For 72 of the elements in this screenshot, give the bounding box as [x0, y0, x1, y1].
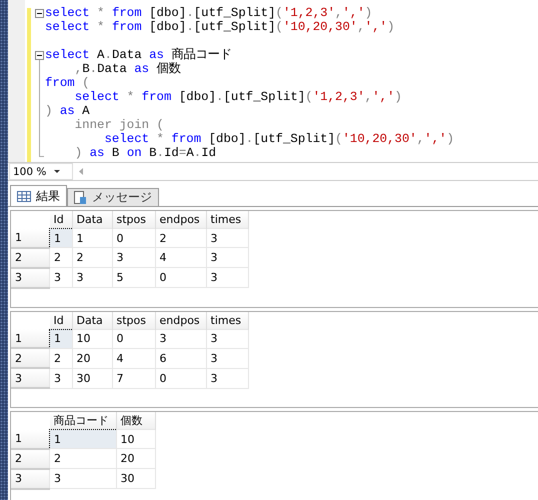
table-cell: 1 — [50, 430, 116, 448]
table-cell: 3 — [206, 329, 248, 348]
table-cell: 5 — [112, 268, 155, 288]
column-header: endpos — [155, 211, 206, 228]
code-line: ) as A — [45, 104, 90, 118]
code-line: select * from [dbo].[utf_Split]('10,20,30',',') — [103, 132, 454, 146]
code-line: ,B.Data as 個数 — [74, 62, 181, 76]
column-header: 商品コード — [50, 412, 116, 430]
collapse-icon[interactable] — [35, 9, 44, 18]
table-cell: 3 — [50, 468, 116, 488]
column-header: times — [206, 211, 248, 228]
table-cell: 4 — [112, 348, 155, 368]
table-cell: 20 — [116, 448, 155, 468]
table-cell: 20 — [72, 348, 112, 368]
column-header: Id — [50, 211, 72, 228]
table-cell: 0 — [155, 268, 206, 288]
dropdown-arrow-icon — [54, 170, 60, 174]
table-cell: 7 — [112, 368, 155, 388]
column-header: times — [206, 312, 248, 329]
column-header: stpos — [112, 211, 155, 228]
column-header: endpos — [155, 312, 206, 329]
table-cell: 3 — [112, 248, 155, 268]
column-header: 個数 — [116, 412, 155, 430]
grid-icon — [17, 190, 31, 202]
code-line: ) as B on B.Id=A.Id — [74, 146, 216, 160]
collapse-icon[interactable] — [35, 51, 44, 60]
table-cell: 2 — [72, 248, 112, 268]
table-cell: 3 — [50, 368, 72, 388]
result-tab[interactable]: メッセージ — [67, 188, 159, 206]
document-icon — [74, 190, 87, 204]
table-cell: 10 — [72, 329, 112, 348]
result-tab[interactable]: 結果 — [10, 185, 67, 206]
table-cell: 1 — [50, 228, 72, 248]
table-cell: 0 — [155, 368, 206, 388]
table-cell: 3 — [206, 268, 248, 288]
code-line: from ( — [45, 76, 90, 90]
table-cell: 4 — [155, 248, 206, 268]
row-header[interactable]: 1 — [11, 228, 50, 248]
code-line: select * from [dbo].[utf_Split]('1,2,3',',') — [45, 6, 372, 20]
column-header: Id — [50, 312, 72, 329]
zoom-dropdown[interactable]: 100 % — [9, 163, 73, 180]
code-line: select * from [dbo].[utf_Split]('10,20,30',',') — [45, 20, 395, 34]
table-cell: 3 — [206, 348, 248, 368]
code-line: inner join ( — [74, 118, 164, 132]
row-header[interactable]: 1 — [11, 329, 50, 348]
table-cell: 2 — [50, 448, 116, 468]
row-header[interactable]: 2 — [11, 348, 50, 368]
table-cell: 2 — [50, 348, 72, 368]
table-cell: 10 — [116, 430, 155, 448]
code-line: select * from [dbo].[utf_Split]('1,2,3',',') — [74, 90, 402, 104]
row-header[interactable]: 3 — [11, 368, 50, 388]
row-header[interactable]: 1 — [11, 430, 50, 448]
table-cell: 3 — [155, 329, 206, 348]
table-cell: 30 — [72, 368, 112, 388]
column-header: stpos — [112, 312, 155, 329]
column-header: Data — [72, 211, 112, 228]
code-line: select A.Data as 商品コード — [45, 48, 232, 62]
table-cell: 1 — [50, 329, 72, 348]
code-editor[interactable] — [8, 0, 538, 163]
table-cell: 0 — [112, 228, 155, 248]
table-cell: 6 — [155, 348, 206, 368]
table-cell: 3 — [206, 368, 248, 388]
table-cell: 2 — [50, 248, 72, 268]
table-cell: 2 — [155, 228, 206, 248]
table-cell: 0 — [112, 329, 155, 348]
table-cell: 3 — [50, 268, 72, 288]
table-cell: 1 — [72, 228, 112, 248]
table-cell: 30 — [116, 468, 155, 488]
column-header: Data — [72, 312, 112, 329]
table-cell: 3 — [72, 268, 112, 288]
table-cell: 3 — [206, 248, 248, 268]
table-cell: 3 — [206, 228, 248, 248]
